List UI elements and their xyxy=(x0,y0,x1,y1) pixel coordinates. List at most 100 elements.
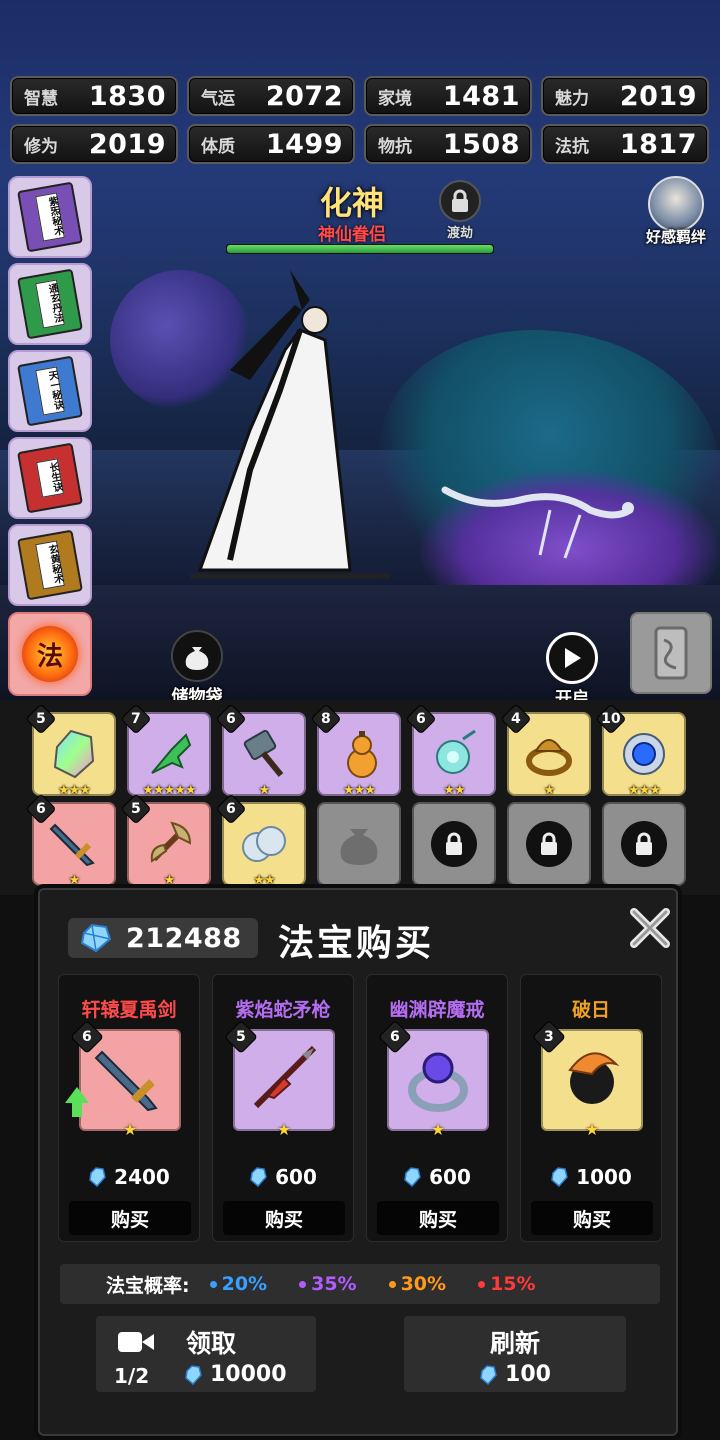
rate-dot xyxy=(388,1280,396,1288)
rate-orange: 30% xyxy=(388,1273,446,1295)
book-icon: 通玄丹法 xyxy=(17,268,83,340)
inventory-slot xyxy=(602,802,686,886)
rate-value: 35% xyxy=(311,1273,357,1295)
inventory-slot[interactable]: 6 ★ xyxy=(215,703,306,798)
affection-button[interactable]: 好感羁绊 xyxy=(636,176,716,247)
book-slot-1[interactable]: 紫炁秘术 xyxy=(8,176,92,258)
stat-value: 2072 xyxy=(265,80,343,112)
item-stars: ★★★ xyxy=(343,783,376,798)
realm-name: 化神 xyxy=(319,184,384,222)
realm-progress-fill xyxy=(227,245,493,253)
book-slot-2[interactable]: 通玄丹法 xyxy=(8,263,92,345)
item-price: 600 xyxy=(213,1165,353,1189)
item-stars: ★ xyxy=(543,783,556,798)
item-art[interactable]: 6 ★ xyxy=(378,1020,489,1139)
item-level: 7 xyxy=(131,711,141,727)
tribulation-button[interactable]: 渡劫 xyxy=(434,180,486,241)
left-frame xyxy=(0,895,38,1440)
shop-item-list: 轩辕夏禹剑 6 ★ 2400 购买 紫焰蛇矛枪 5 ★ 600 购买 幽渊辟魔戒 6 ★ 600 购买 破日 3… xyxy=(58,974,662,1242)
stat-label: 物抗 xyxy=(378,136,412,157)
inventory-slot[interactable]: 6 ★ xyxy=(25,793,116,888)
stat-value: 1499 xyxy=(265,128,343,160)
book-title: 玄黄秘术 xyxy=(35,540,65,590)
item-level: 10 xyxy=(601,710,621,727)
crystal-icon xyxy=(47,727,101,781)
scroll-icon xyxy=(654,626,688,680)
item-level: 5 xyxy=(131,801,141,817)
refresh-button[interactable]: 刷新 100 xyxy=(404,1316,626,1392)
inventory-slot[interactable]: 6 ★★ xyxy=(405,703,496,798)
item-stars: ★★★ xyxy=(628,783,661,798)
stat-value: 1481 xyxy=(442,80,520,112)
item-stars: ★★ xyxy=(253,873,275,888)
shop-item-card: 破日 3 ★ 1000 购买 xyxy=(520,974,662,1242)
book-slot-5[interactable]: 玄黄秘术 xyxy=(8,524,92,606)
item-name: 幽渊辟魔戒 xyxy=(389,999,485,1021)
close-icon[interactable] xyxy=(628,906,672,950)
avatar xyxy=(648,176,704,232)
stat-luck: 气运 2072 xyxy=(187,76,355,116)
rate-value: 15% xyxy=(490,1273,536,1295)
item-art[interactable]: 3 ★ xyxy=(532,1020,643,1139)
upgrade-arrow-icon xyxy=(65,1087,89,1117)
rarity-rates: 法宝概率: 20% 35% 30% 15% xyxy=(60,1264,660,1304)
inventory-slot[interactable]: 7 ★★★★★ xyxy=(120,703,211,798)
book-slot-3[interactable]: 天一秘诀 xyxy=(8,350,92,432)
item-level: 4 xyxy=(511,711,521,727)
stat-value: 2019 xyxy=(88,128,166,160)
inventory-slot[interactable]: 8 ★★★ xyxy=(310,703,401,798)
hammer-icon xyxy=(237,727,291,781)
item-art[interactable]: 6 ★ xyxy=(65,1020,181,1139)
item-level: 5 xyxy=(236,1029,246,1045)
buy-button[interactable]: 购买 xyxy=(531,1201,653,1235)
shop-item-card: 幽渊辟魔戒 6 ★ 600 购买 xyxy=(366,974,508,1242)
rate-blue: 20% xyxy=(209,1273,267,1295)
item-level: 6 xyxy=(226,711,236,727)
right-frame xyxy=(680,895,720,1440)
sun-breaker-icon xyxy=(568,1052,620,1104)
item-level: 6 xyxy=(416,711,426,727)
attribute-stats: 智慧 1830 气运 2072 家境 1481 魅力 2019 修为 2019 体质 149… xyxy=(10,76,710,164)
item-art[interactable]: 5 ★ xyxy=(224,1020,335,1139)
claim-reward: 10000 xyxy=(184,1362,287,1387)
spear-icon xyxy=(253,1045,317,1109)
book-icon: 紫炁秘术 xyxy=(17,181,83,253)
book-slot-4[interactable]: 长生诀 xyxy=(8,437,92,519)
lock-icon xyxy=(431,821,477,867)
inventory-slot[interactable]: 5 ★ xyxy=(120,793,211,888)
item-stars: ★★ xyxy=(443,783,465,798)
refresh-cost: 100 xyxy=(404,1362,626,1387)
skill-button[interactable]: 法 xyxy=(8,612,92,696)
rate-red: 15% xyxy=(478,1273,536,1295)
rate-dot xyxy=(299,1280,307,1288)
buy-button[interactable]: 购买 xyxy=(223,1201,345,1235)
gem-icon xyxy=(185,1364,202,1385)
stat-wisdom: 智慧 1830 xyxy=(10,76,178,116)
open-button[interactable]: 开启 xyxy=(540,632,604,709)
technique-book-list: 紫炁秘术 通玄丹法 天一秘诀 长生诀 玄黄秘术 xyxy=(8,176,92,611)
claim-label: 领取 xyxy=(186,1329,237,1358)
inventory-slot[interactable] xyxy=(317,802,401,886)
storage-bag-button[interactable]: 储物袋 xyxy=(162,630,232,707)
item-price: 1000 xyxy=(521,1165,661,1189)
bronze-ring-icon xyxy=(522,727,576,781)
stat-label: 法抗 xyxy=(555,136,589,157)
claim-amount: 10000 xyxy=(210,1362,287,1387)
stat-constitution: 体质 1499 xyxy=(187,124,355,164)
buy-button[interactable]: 购买 xyxy=(69,1201,191,1235)
item-level: 6 xyxy=(390,1029,400,1045)
item-level: 8 xyxy=(321,711,331,727)
inventory-slot[interactable]: 4 ★ xyxy=(500,703,591,798)
inventory-slot[interactable]: 10 ★★★ xyxy=(595,703,686,798)
rate-dot xyxy=(478,1280,486,1288)
scroll-button[interactable] xyxy=(630,612,712,694)
buy-button[interactable]: 购买 xyxy=(377,1201,499,1235)
price-value: 2400 xyxy=(114,1165,170,1189)
pendant-icon xyxy=(427,727,481,781)
cultivator-figure xyxy=(190,270,390,579)
claim-button[interactable]: 领取 1/2 10000 xyxy=(96,1316,316,1392)
inventory-slot[interactable]: 5 ★★★ xyxy=(25,703,116,798)
inventory-slot xyxy=(412,802,496,886)
realm-subtitle: 神仙眷侣 xyxy=(318,225,386,245)
inventory-slot[interactable]: 6 ★★ xyxy=(215,793,306,888)
